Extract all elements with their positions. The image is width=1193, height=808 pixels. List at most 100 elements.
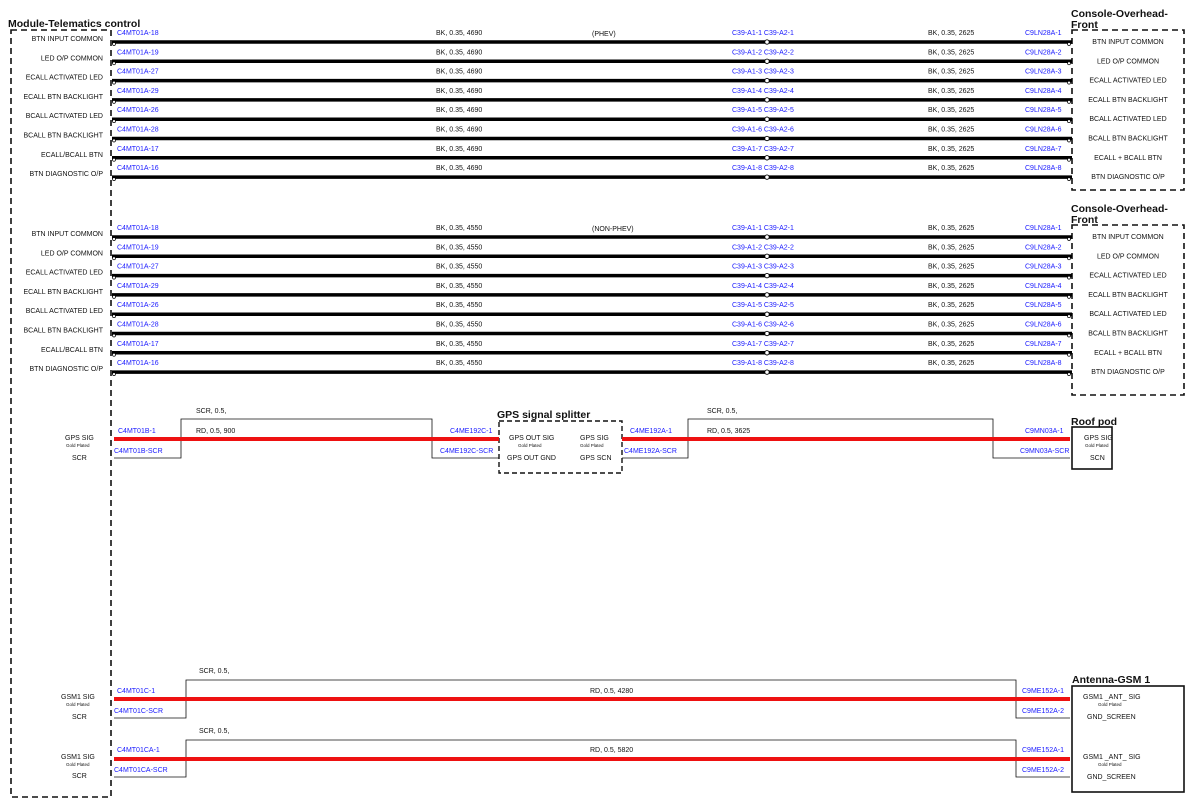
gsm2-right-sub: Gold Plated [1098, 762, 1122, 767]
phev-dest-dot-2 [1067, 61, 1071, 66]
phev-left-label-5: BCALL ACTIVATED LED [26, 113, 103, 120]
nonphev-wire2-label-2: BK, 0.35, 2625 [928, 244, 974, 251]
phev-note: (PHEV) [592, 31, 616, 38]
nonphev-wire1-label-6: BK, 0.35, 4550 [436, 322, 482, 329]
nonphev-splice-label-8: C39-A1-8 C39-A2-8 [732, 360, 794, 367]
phev-dest-6: C9LN28A-6 [1025, 127, 1062, 134]
gps-pin-sig: C4MT01B-1 [118, 428, 156, 435]
nonphev-pin-6: C4MT01A-28 [117, 322, 159, 329]
console-title-nonphev: Console-Overhead-Front [1071, 203, 1168, 226]
module-title: Module-Telematics control [8, 18, 140, 30]
splitter-out-sig: GPS OUT SIG [509, 435, 554, 442]
phev-pin-3: C4MT01A-27 [117, 69, 159, 76]
nonphev-wire1-label-4: BK, 0.35, 4550 [436, 283, 482, 290]
nonphev-pin-dot-1 [112, 237, 116, 241]
roof-scr-pin: C9MN03A-SCR [1020, 448, 1069, 455]
nonphev-pin-dot-2 [112, 256, 116, 261]
phev-splice-dot-7 [764, 155, 770, 161]
nonphev-pin-1: C4MT01A-18 [117, 225, 159, 232]
antenna-title: Antenna-GSM 1 [1072, 674, 1150, 686]
phev-pin-dot-2 [112, 61, 116, 66]
nonphev-wire1-label-3: BK, 0.35, 4550 [436, 264, 482, 271]
splitter-gps-sig: GPS SIG [580, 435, 609, 442]
nonphev-pin-2: C4MT01A-19 [117, 244, 159, 251]
nonphev-dest-dot-6 [1067, 333, 1071, 338]
phev-splice-label-4: C39-A1-4 C39-A2-4 [732, 88, 794, 95]
nonphev-splice-dot-2 [764, 253, 770, 259]
nonphev-right-label-6: BCALL BTN BACKLIGHT [1088, 331, 1168, 338]
phev-wire1-label-6: BK, 0.35, 4690 [436, 127, 482, 134]
nonphev-left-label-5: BCALL ACTIVATED LED [26, 308, 103, 315]
gsm2-right-scr: GND_SCREEN [1087, 774, 1136, 781]
phev-pin-8: C4MT01A-16 [117, 165, 159, 172]
gps-pin-scr: C4MT01B-SCR [114, 448, 163, 455]
gsm2-wire-label: RD, 0.5, 5820 [590, 747, 633, 754]
phev-right-label-1: BTN INPUT COMMON [1092, 39, 1163, 46]
roof-pod-box [1071, 426, 1113, 470]
phev-splice-label-8: C39-A1-8 C39-A2-8 [732, 165, 794, 172]
phev-pin-1: C4MT01A-18 [117, 30, 159, 37]
gps-splitter-out-scr-pin: C4ME192A-SCR [624, 448, 677, 455]
nonphev-splice-dot-3 [764, 272, 770, 279]
nonphev-wire1-label-1: BK, 0.35, 4550 [436, 225, 482, 232]
phev-wire2-label-1: BK, 0.35, 2625 [928, 30, 974, 37]
phev-wire1-label-1: BK, 0.35, 4690 [436, 30, 482, 37]
phev-pin-2: C4MT01A-19 [117, 49, 159, 56]
phev-pin-dot-5 [112, 119, 116, 124]
nonphev-splice-dot-7 [764, 350, 770, 356]
nonphev-left-label-7: ECALL/BCALL BTN [41, 347, 103, 354]
nonphev-dest-3: C9LN28A-3 [1025, 264, 1062, 271]
gsm1-dest-scr: C9ME152A-2 [1022, 708, 1064, 715]
phev-dest-dot-3 [1067, 80, 1071, 85]
phev-wire2-label-3: BK, 0.35, 2625 [928, 69, 974, 76]
gsm2-dest-scr: C9ME152A-2 [1022, 767, 1064, 774]
nonphev-splice-dot-5 [764, 311, 770, 317]
gsm2-left-sub: Gold Plated [66, 762, 90, 767]
nonphev-splice-dot-8 [764, 369, 770, 375]
gsm2-scr-label: SCR, 0.5, [199, 728, 229, 735]
nonphev-splice-dot-6 [764, 330, 770, 337]
gsm1-left-scr: SCR [72, 714, 87, 721]
nonphev-wire2-label-5: BK, 0.35, 2625 [928, 302, 974, 309]
nonphev-pin-dot-4 [112, 295, 116, 299]
phev-right-label-4: ECALL BTN BACKLIGHT [1088, 97, 1168, 104]
nonphev-dest-4: C9LN28A-4 [1025, 283, 1062, 290]
nonphev-left-label-3: ECALL ACTIVATED LED [26, 270, 103, 277]
phev-splice-label-5: C39-A1-5 C39-A2-5 [732, 107, 794, 114]
nonphev-splice-dot-1 [764, 234, 770, 240]
nonphev-wire2-label-1: BK, 0.35, 2625 [928, 225, 974, 232]
phev-wire2-label-8: BK, 0.35, 2625 [928, 165, 974, 172]
wiring-diagram: Module-Telematics control Antenna-GSM 1 … [8, 8, 1185, 798]
nonphev-left-label-6: BCALL BTN BACKLIGHT [24, 328, 104, 335]
gps-wire2-label: RD, 0.5, 3625 [707, 428, 750, 435]
phev-splice-dot-8 [764, 174, 770, 180]
nonphev-dest-dot-5 [1067, 314, 1071, 319]
gsm2-dest-sig: C9ME152A-1 [1022, 747, 1064, 754]
console-title-phev: Console-Overhead-Front [1071, 8, 1168, 31]
nonphev-dest-dot-1 [1067, 237, 1071, 241]
nonphev-dest-7: C9LN28A-7 [1025, 341, 1062, 348]
nonphev-wire2-label-8: BK, 0.35, 2625 [928, 360, 974, 367]
gps-splitter-out-sig-pin: C4ME192A-1 [630, 428, 672, 435]
phev-wire2-label-2: BK, 0.35, 2625 [928, 49, 974, 56]
gsm2-pin-scr: C4MT01CA-SCR [114, 767, 168, 774]
phev-splice-dot-4 [764, 97, 770, 103]
nonphev-dest-1: C9LN28A-1 [1025, 225, 1062, 232]
phev-splice-dot-6 [764, 135, 770, 142]
gsm-row-1: GSM1 SIG Gold Plated SCR C4MT01C-1 C4MT0… [61, 668, 1141, 721]
phev-splice-dot-1 [764, 39, 770, 45]
nonphev-wire1-label-7: BK, 0.35, 4550 [436, 341, 482, 348]
nonphev-right-label-2: LED O/P COMMON [1097, 253, 1159, 260]
nonphev-splice-label-1: C39-A1-1 C39-A2-1 [732, 225, 794, 232]
nonphev-right-label-3: ECALL ACTIVATED LED [1089, 273, 1166, 280]
gps-splitter-title: GPS signal splitter [497, 409, 590, 421]
nonphev-wire1-label-8: BK, 0.35, 4550 [436, 360, 482, 367]
gsm2-left-scr: SCR [72, 773, 87, 780]
gsm2-right-sig: GSM1 _ANT_ SIG [1083, 754, 1141, 761]
gsm2-left-sig: GSM1 SIG [61, 754, 95, 761]
nonphev-wire2-label-3: BK, 0.35, 2625 [928, 264, 974, 271]
phev-pin-dot-4 [112, 100, 116, 104]
nonphev-right-label-5: BCALL ACTIVATED LED [1089, 311, 1166, 318]
gsm1-right-sub: Gold Plated [1098, 702, 1122, 707]
nonphev-wire2-label-7: BK, 0.35, 2625 [928, 341, 974, 348]
